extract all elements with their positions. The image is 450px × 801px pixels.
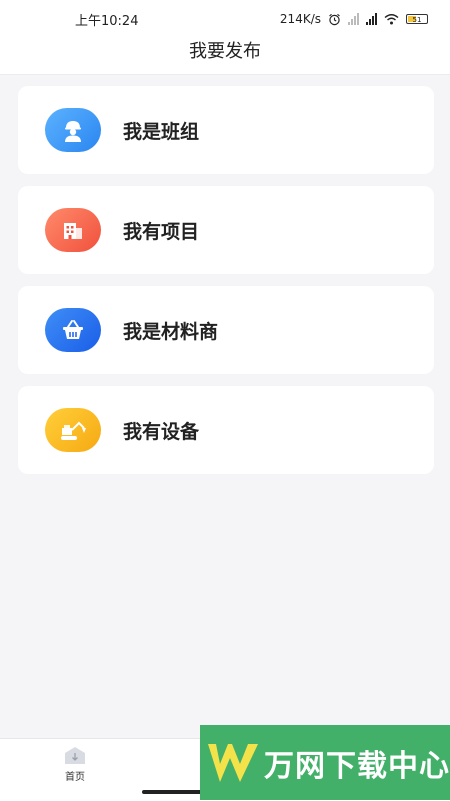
status-time: 上午10:24 xyxy=(75,13,139,29)
option-card-team[interactable]: 我是班组 xyxy=(18,86,434,174)
page-title: 我要发布 xyxy=(189,41,261,62)
tab-home[interactable]: 首页 xyxy=(50,745,100,789)
battery-level: 51 xyxy=(412,16,422,24)
building-icon xyxy=(45,208,101,252)
battery-icon: 51 xyxy=(406,14,428,24)
watermark-banner: 万网下载中心 xyxy=(200,725,450,800)
basket-icon xyxy=(45,308,101,352)
option-card-project[interactable]: 我有项目 xyxy=(18,186,434,274)
publish-options-list: 我是班组 我有项目 我是材料商 我有设备 xyxy=(18,86,434,486)
home-icon xyxy=(65,747,85,764)
signal-icon-sim2 xyxy=(366,13,377,25)
watermark-text: 万网下载中心 xyxy=(264,748,450,784)
status-bar: 上午10:24 214K/s 51 xyxy=(0,0,450,38)
signal-icon-sim1 xyxy=(348,13,359,25)
watermark-logo-icon xyxy=(206,734,260,792)
status-icons: 214K/s 51 xyxy=(280,12,428,26)
page-header: 我要发布 xyxy=(0,38,450,75)
option-card-equipment[interactable]: 我有设备 xyxy=(18,386,434,474)
option-label-project: 我有项目 xyxy=(123,220,200,243)
excavator-icon xyxy=(45,408,101,452)
worker-icon xyxy=(45,108,101,152)
option-label-equipment: 我有设备 xyxy=(123,420,200,443)
option-label-team: 我是班组 xyxy=(123,120,200,143)
alarm-icon xyxy=(329,13,340,25)
option-label-supplier: 我是材料商 xyxy=(123,320,219,343)
wifi-icon xyxy=(384,14,399,25)
tab-home-label: 首页 xyxy=(65,772,85,783)
network-speed: 214K/s xyxy=(279,12,321,26)
option-card-supplier[interactable]: 我是材料商 xyxy=(18,286,434,374)
